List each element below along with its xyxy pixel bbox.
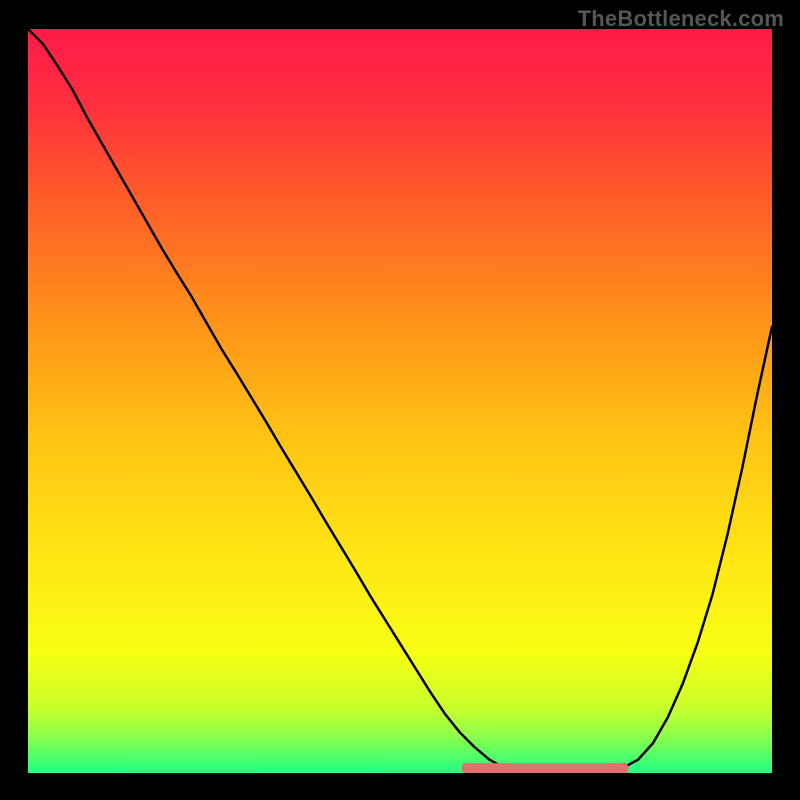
chart-container: TheBottleneck.com xyxy=(0,0,800,800)
plot-area xyxy=(28,29,772,773)
watermark-text: TheBottleneck.com xyxy=(578,6,784,32)
chart-svg xyxy=(28,29,772,773)
